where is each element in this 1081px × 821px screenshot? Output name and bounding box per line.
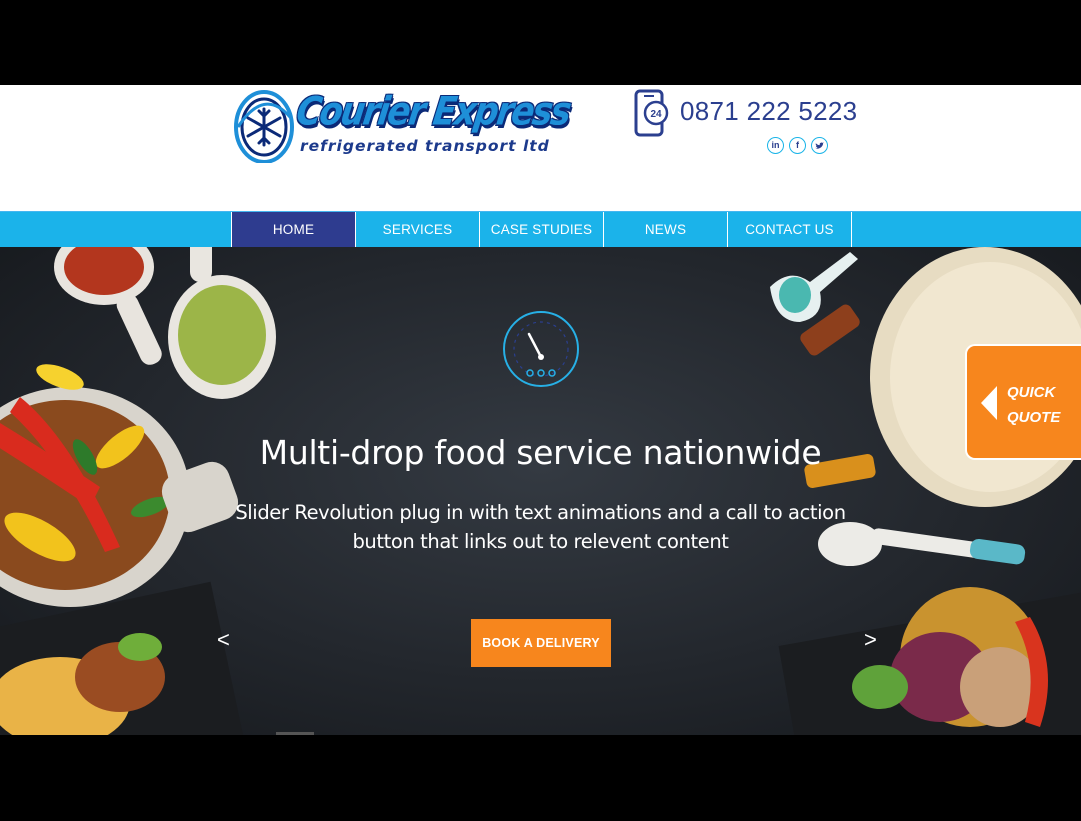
facebook-icon[interactable]: f (789, 137, 806, 154)
snowflake-icon (234, 90, 294, 163)
logo-title: Courier Express (293, 89, 573, 135)
chevron-left-icon (981, 386, 997, 420)
linkedin-icon[interactable]: in (767, 137, 784, 154)
logo-subtitle: refrigerated transport ltd (300, 137, 550, 155)
nav-item-services[interactable]: SERVICES (356, 212, 480, 247)
quick-quote-label: QUICK QUOTE (1007, 380, 1077, 430)
phone-24-icon: 24 (634, 89, 669, 137)
nav-item-contact-us[interactable]: CONTACT US (728, 212, 852, 247)
nav-item-home[interactable]: HOME (231, 212, 356, 247)
slider-next-arrow[interactable]: > (864, 627, 877, 653)
hero-slider: Multi-drop food service nationwide Slide… (0, 247, 1081, 735)
book-delivery-button[interactable]: BOOK A DELIVERY (471, 619, 611, 667)
quick-quote-tab[interactable]: QUICK QUOTE (965, 344, 1081, 460)
quick-quote-line-2: QUOTE (1007, 409, 1061, 426)
phone-number[interactable]: 0871 222 5223 (680, 96, 857, 127)
nav-item-case-studies[interactable]: CASE STUDIES (480, 212, 604, 247)
nav-item-news[interactable]: NEWS (604, 212, 728, 247)
hero-description: Slider Revolution plug in with text anim… (235, 501, 846, 553)
slider-prev-arrow[interactable]: < (217, 627, 230, 653)
speedometer-icon (503, 311, 579, 387)
page: Courier Express refrigerated transport l… (0, 85, 1081, 735)
logo[interactable]: Courier Express refrigerated transport l… (234, 85, 572, 165)
main-nav: HOME SERVICES CASE STUDIES NEWS CONTACT … (0, 211, 1081, 247)
quick-quote-line-1: QUICK (1007, 384, 1056, 401)
twitter-icon[interactable] (811, 137, 828, 154)
svg-text:24: 24 (650, 109, 662, 120)
slider-progress-bar (276, 732, 314, 735)
site-header: Courier Express refrigerated transport l… (0, 85, 1081, 211)
social-links: in f (767, 137, 828, 154)
hero-title: Multi-drop food service nationwide (259, 433, 822, 472)
nav-items: HOME SERVICES CASE STUDIES NEWS CONTACT … (231, 212, 852, 247)
twitter-bird-glyph (815, 141, 824, 149)
